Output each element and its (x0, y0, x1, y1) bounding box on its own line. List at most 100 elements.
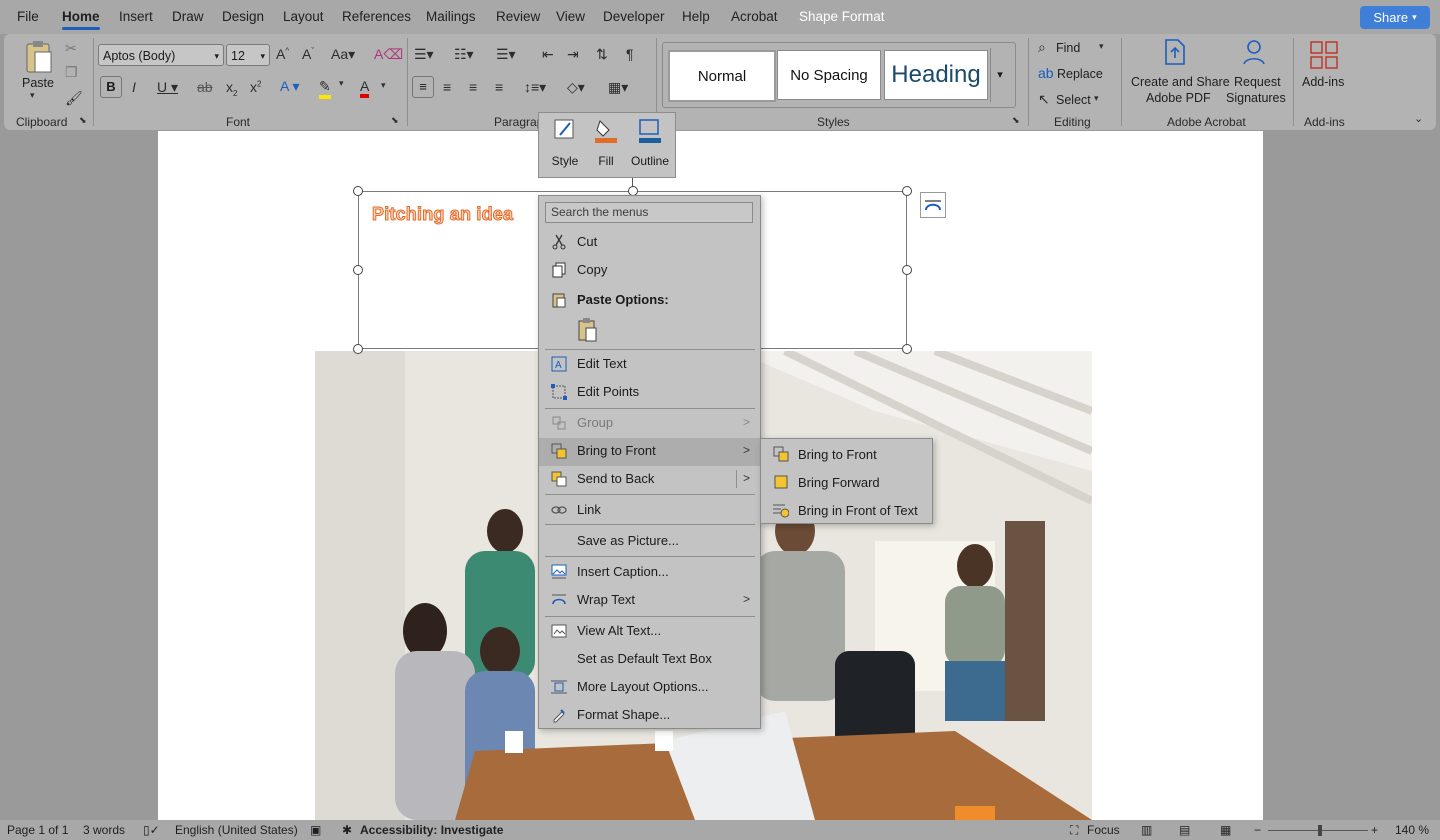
align-right-icon[interactable]: ≡ (469, 79, 477, 95)
format-painter-icon[interactable]: 🖌 (65, 90, 83, 107)
style-no-spacing[interactable]: No Spacing (777, 50, 881, 100)
highlight-icon[interactable]: ✎ (319, 78, 331, 99)
borders-icon[interactable]: ▦▾ (608, 79, 628, 96)
style-heading[interactable]: Heading (884, 50, 988, 100)
paste-keep-formatting-icon[interactable] (577, 318, 599, 342)
submenu-item-bring-to-front[interactable]: Bring to Front (761, 441, 932, 467)
resize-handle-sw[interactable] (353, 344, 363, 354)
strikethrough-icon[interactable]: ab (197, 79, 213, 95)
clear-formatting-icon[interactable]: A⌫ (374, 46, 403, 63)
zoom-in-icon[interactable]: + (1371, 823, 1378, 837)
underline-icon[interactable]: U ▾ (157, 79, 178, 96)
tab-mailings[interactable]: Mailings (426, 9, 476, 24)
chevron-down-icon[interactable]: ▾ (381, 80, 386, 91)
tab-review[interactable]: Review (496, 9, 540, 24)
decrease-indent-icon[interactable]: ⇤ (542, 46, 554, 63)
tab-references[interactable]: References (342, 9, 411, 24)
menu-item-cut[interactable]: Cut (539, 229, 760, 255)
language-status[interactable]: English (United States) (175, 823, 298, 837)
tab-developer[interactable]: Developer (603, 9, 665, 24)
submenu-item-bring-in-front-of-text[interactable]: Bring in Front of Text (761, 497, 932, 523)
focus-icon[interactable]: ⛶ (1070, 823, 1078, 838)
change-case-icon[interactable]: Aa▾ (331, 46, 355, 63)
menu-item-edit-points[interactable]: Edit Points (539, 379, 760, 405)
focus-mode[interactable]: Focus (1087, 823, 1120, 837)
bold-icon[interactable]: B (100, 76, 122, 98)
resize-handle-se[interactable] (902, 344, 912, 354)
multilevel-list-icon[interactable]: ☰▾ (496, 46, 516, 63)
paste-icon[interactable] (24, 40, 54, 74)
sort-icon[interactable]: ⇅ (596, 46, 608, 63)
tab-home[interactable]: Home (62, 9, 100, 30)
resize-handle-nw[interactable] (353, 186, 363, 196)
text-effects-icon[interactable]: A ▾ (280, 78, 299, 95)
share-button[interactable]: Share ▾ (1360, 6, 1430, 29)
justify-icon[interactable]: ≡ (495, 79, 503, 95)
zoom-slider-thumb[interactable] (1318, 825, 1322, 836)
submenu-item-bring-forward[interactable]: Bring Forward (761, 469, 932, 495)
bullets-icon[interactable]: ☰▾ (414, 46, 434, 63)
menu-item-copy[interactable]: Copy (539, 257, 760, 283)
dialog-launcher-icon[interactable]: ⬊ (391, 115, 399, 126)
superscript-icon[interactable]: x2 (250, 79, 261, 95)
collapse-ribbon-icon[interactable]: ⌄ (1414, 112, 1423, 125)
tab-draw[interactable]: Draw (172, 9, 204, 24)
create-share-pdf-button[interactable]: Create and Share Adobe PDF (1131, 38, 1230, 106)
font-size-combo[interactable]: 12 ▾ (226, 44, 270, 66)
tab-help[interactable]: Help (682, 9, 710, 24)
paste-button[interactable]: Paste (22, 76, 54, 90)
chevron-down-icon[interactable]: ▾ (339, 78, 344, 89)
layout-options-button[interactable] (920, 192, 946, 218)
menu-item-set-default-text-box[interactable]: Set as Default Text Box (539, 646, 760, 672)
macro-icon[interactable]: ▣ (310, 823, 321, 837)
menu-item-save-as-picture[interactable]: Save as Picture... (539, 528, 760, 554)
grow-font-icon[interactable]: A^ (276, 46, 289, 62)
tab-acrobat[interactable]: Acrobat (731, 9, 778, 24)
cut-icon[interactable]: ✂ (65, 40, 77, 57)
dialog-launcher-icon[interactable]: ⬊ (1012, 115, 1020, 126)
tab-layout[interactable]: Layout (283, 9, 324, 24)
increase-indent-icon[interactable]: ⇥ (567, 46, 579, 63)
page-count[interactable]: Page 1 of 1 (7, 823, 68, 837)
italic-icon[interactable]: I (132, 79, 136, 95)
menu-item-format-shape[interactable]: Format Shape... (539, 702, 760, 728)
tab-view[interactable]: View (556, 9, 585, 24)
text-box-content[interactable]: Pitching an idea (371, 204, 513, 225)
chevron-down-icon[interactable]: ▾ (30, 90, 35, 101)
accessibility-status[interactable]: Accessibility: Investigate (360, 823, 503, 837)
zoom-out-icon[interactable]: − (1254, 823, 1261, 837)
styles-more-icon[interactable]: ▾ (990, 48, 1009, 102)
fill-button[interactable]: Fill (589, 117, 623, 168)
proofing-icon[interactable]: ▯✓ (143, 823, 160, 837)
shrink-font-icon[interactable]: Aˇ (302, 46, 314, 62)
dialog-launcher-icon[interactable]: ⬊ (79, 115, 87, 126)
font-name-combo[interactable]: Aptos (Body) ▾ (98, 44, 224, 66)
align-center-icon[interactable]: ≡ (443, 79, 451, 95)
tab-design[interactable]: Design (222, 9, 264, 24)
font-color-icon[interactable]: A (360, 78, 370, 98)
style-normal[interactable]: Normal (668, 50, 776, 102)
menu-item-more-layout-options[interactable]: More Layout Options... (539, 674, 760, 700)
web-layout-icon[interactable]: ▦ (1220, 823, 1231, 837)
resize-handle-ne[interactable] (902, 186, 912, 196)
tab-shape-format[interactable]: Shape Format (799, 9, 885, 24)
menu-item-wrap-text[interactable]: Wrap Text > (539, 587, 760, 613)
show-marks-icon[interactable]: ¶ (626, 46, 634, 62)
request-signatures-button[interactable]: Request Signatures (1222, 38, 1286, 106)
tab-insert[interactable]: Insert (119, 9, 153, 24)
menu-item-insert-caption[interactable]: Insert Caption... (539, 559, 760, 585)
menu-search-input[interactable]: Search the menus (545, 202, 753, 223)
resize-handle-w[interactable] (353, 265, 363, 275)
resize-handle-e[interactable] (902, 265, 912, 275)
menu-item-send-to-back[interactable]: Send to Back > (539, 466, 760, 492)
line-spacing-icon[interactable]: ↕≡▾ (524, 79, 546, 96)
outline-button[interactable]: Outline (629, 117, 671, 168)
print-layout-icon[interactable]: ▤ (1179, 823, 1190, 837)
align-left-icon[interactable]: ≡ (412, 76, 434, 98)
style-button[interactable]: Style (547, 117, 583, 168)
menu-item-edit-text[interactable]: A Edit Text (539, 351, 760, 377)
accessibility-icon[interactable]: ✱ (342, 823, 352, 837)
tab-file[interactable]: File (17, 9, 39, 24)
read-mode-icon[interactable]: ▥ (1141, 823, 1152, 837)
zoom-level[interactable]: 140 % (1395, 823, 1429, 837)
